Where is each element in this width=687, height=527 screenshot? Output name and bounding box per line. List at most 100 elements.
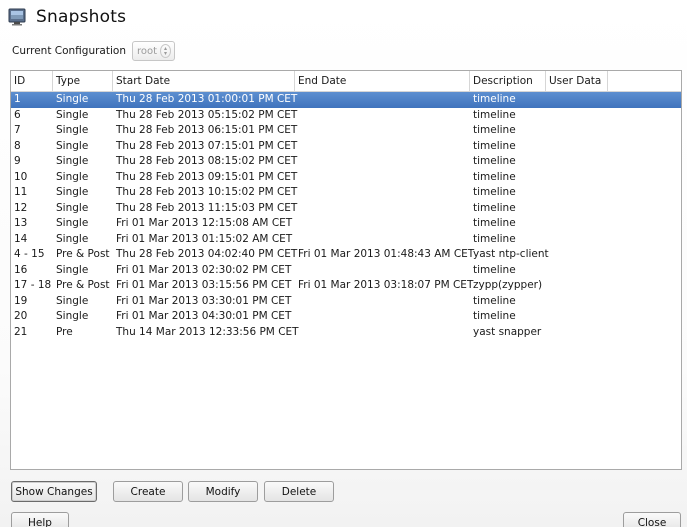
column-header-end-date[interactable]: End Date — [295, 71, 470, 91]
cell-filler — [608, 263, 681, 279]
cell-type: Single — [56, 124, 89, 136]
cell-user-data — [546, 92, 608, 108]
cell-user-data — [546, 139, 608, 155]
cell-id: 17 - 18 — [14, 279, 52, 291]
cell-filler — [608, 201, 681, 217]
cell-description: timeline — [473, 139, 516, 152]
table-row[interactable]: 6 Single Thu 28 Feb 2013 05:15:02 PM CET ti… — [11, 108, 681, 124]
column-header-start-date[interactable]: Start Date — [113, 71, 295, 91]
cell-filler — [608, 325, 681, 341]
table-row[interactable]: 13 Single Fri 01 Mar 2013 12:15:08 AM CET t… — [11, 216, 681, 232]
table-header: ID Type Start Date End Date Description … — [11, 71, 681, 92]
cell-id: 12 — [14, 201, 28, 214]
snapshots-app-icon — [8, 8, 26, 26]
cell-start-date: Thu 28 Feb 2013 09:15:01 PM CET — [116, 170, 298, 183]
cell-description: yast ntp-client — [473, 248, 549, 260]
cell-end-date — [295, 232, 470, 248]
column-header-id[interactable]: ID — [11, 71, 53, 91]
cell-type: Single — [56, 201, 89, 214]
cell-id: 4 - 15 — [14, 248, 45, 260]
column-header-user-data[interactable]: User Data — [546, 71, 608, 91]
table-row[interactable]: 12 Single Thu 28 Feb 2013 11:15:03 PM CET t… — [11, 201, 681, 217]
close-button[interactable]: Close — [623, 512, 681, 527]
cell-end-date — [295, 325, 470, 341]
cell-user-data — [546, 263, 608, 279]
cell-user-data — [546, 232, 608, 248]
cell-filler — [608, 123, 681, 139]
cell-end-date — [295, 294, 470, 310]
cell-start-date: Fri 01 Mar 2013 12:15:08 AM CET — [116, 217, 293, 229]
show-changes-label: Show Changes — [15, 485, 93, 498]
cell-filler — [608, 170, 681, 186]
cell-id: 16 — [14, 263, 28, 276]
cell-description: timeline — [473, 201, 516, 214]
cell-end-date — [295, 92, 470, 108]
help-label: Help — [28, 516, 52, 527]
modify-button[interactable]: Modify — [188, 481, 258, 502]
cell-type: Single — [56, 217, 89, 229]
cell-description: timeline — [473, 232, 516, 245]
table-row[interactable]: 4 - 15 Pre & Post Thu 28 Feb 2013 04:02:40… — [11, 247, 681, 263]
table-row[interactable]: 11 Single Thu 28 Feb 2013 10:15:02 PM CET t… — [11, 185, 681, 201]
cell-filler — [608, 232, 681, 248]
cell-type: Single — [56, 170, 89, 183]
table-row[interactable]: 1 Single Thu 28 Feb 2013 01:00:01 PM CET ti… — [11, 92, 681, 108]
cell-description: timeline — [473, 108, 516, 121]
show-changes-button[interactable]: Show Changes — [11, 481, 97, 502]
cell-type: Single — [56, 263, 89, 276]
cell-description: yast snapper — [473, 325, 542, 338]
cell-filler — [608, 294, 681, 310]
snapshots-table[interactable]: ID Type Start Date End Date Description … — [10, 70, 682, 470]
table-row[interactable]: 20 Single Fri 01 Mar 2013 04:30:01 PM CET t… — [11, 309, 681, 325]
cell-end-date: Fri 01 Mar 2013 01:48:43 AM CET — [298, 248, 475, 260]
configuration-select[interactable]: root ▴ ▾ — [131, 41, 176, 61]
cell-description: zypp(zypper) — [473, 279, 543, 291]
cell-type: Single — [56, 310, 89, 322]
cell-id: 8 — [14, 139, 21, 152]
cell-end-date — [295, 139, 470, 155]
page-title: Snapshots — [36, 7, 127, 27]
table-row[interactable]: 9 Single Thu 28 Feb 2013 08:15:02 PM CET ti… — [11, 154, 681, 170]
cell-start-date: Thu 28 Feb 2013 10:15:02 PM CET — [116, 186, 298, 198]
table-row[interactable]: 10 Single Thu 28 Feb 2013 09:15:01 PM CET t… — [11, 170, 681, 186]
cell-start-date: Thu 28 Feb 2013 08:15:02 PM CET — [116, 155, 298, 167]
cell-end-date — [295, 170, 470, 186]
delete-button[interactable]: Delete — [264, 481, 334, 502]
cell-type: Single — [56, 93, 89, 105]
column-header-description[interactable]: Description — [470, 71, 546, 91]
cell-end-date — [295, 154, 470, 170]
cell-user-data — [546, 201, 608, 217]
help-button[interactable]: Help — [11, 512, 69, 527]
cell-end-date — [295, 185, 470, 201]
snapshots-window: Snapshots Current Configuration root ▴ ▾ … — [0, 0, 687, 527]
configuration-label: Current Configuration — [12, 45, 126, 57]
cell-start-date: Thu 28 Feb 2013 06:15:01 PM CET — [116, 124, 298, 136]
cell-id: 10 — [14, 170, 28, 183]
table-row[interactable]: 19 Single Fri 01 Mar 2013 03:30:01 PM CET t… — [11, 294, 681, 310]
table-row[interactable]: 14 Single Fri 01 Mar 2013 01:15:02 AM CET t… — [11, 232, 681, 248]
table-row[interactable]: 7 Single Thu 28 Feb 2013 06:15:01 PM CET ti… — [11, 123, 681, 139]
cell-end-date — [295, 123, 470, 139]
table-row[interactable]: 8 Single Thu 28 Feb 2013 07:15:01 PM CET ti… — [11, 139, 681, 155]
cell-start-date: Fri 01 Mar 2013 03:30:01 PM CET — [116, 294, 292, 307]
table-row[interactable]: 17 - 18 Pre & Post Fri 01 Mar 2013 03:15:5… — [11, 278, 681, 294]
cell-id: 7 — [14, 124, 21, 136]
cell-description: timeline — [473, 186, 516, 198]
cell-filler — [608, 185, 681, 201]
cell-filler — [608, 278, 681, 294]
cell-end-date — [295, 263, 470, 279]
cell-id: 13 — [14, 217, 28, 229]
cell-description: timeline — [473, 124, 516, 136]
cell-filler — [608, 108, 681, 124]
cell-start-date: Fri 01 Mar 2013 02:30:02 PM CET — [116, 263, 292, 276]
cell-id: 1 — [14, 93, 21, 105]
cell-user-data — [546, 309, 608, 325]
chevron-updown-icon: ▴ ▾ — [160, 44, 172, 58]
table-row[interactable]: 16 Single Fri 01 Mar 2013 02:30:02 PM CET t… — [11, 263, 681, 279]
cell-user-data — [546, 278, 608, 294]
cell-type: Single — [56, 108, 89, 121]
create-button[interactable]: Create — [113, 481, 183, 502]
cell-description: timeline — [473, 294, 516, 307]
table-row[interactable]: 21 Pre Thu 14 Mar 2013 12:33:56 PM CET yast… — [11, 325, 681, 341]
column-header-type[interactable]: Type — [53, 71, 113, 91]
